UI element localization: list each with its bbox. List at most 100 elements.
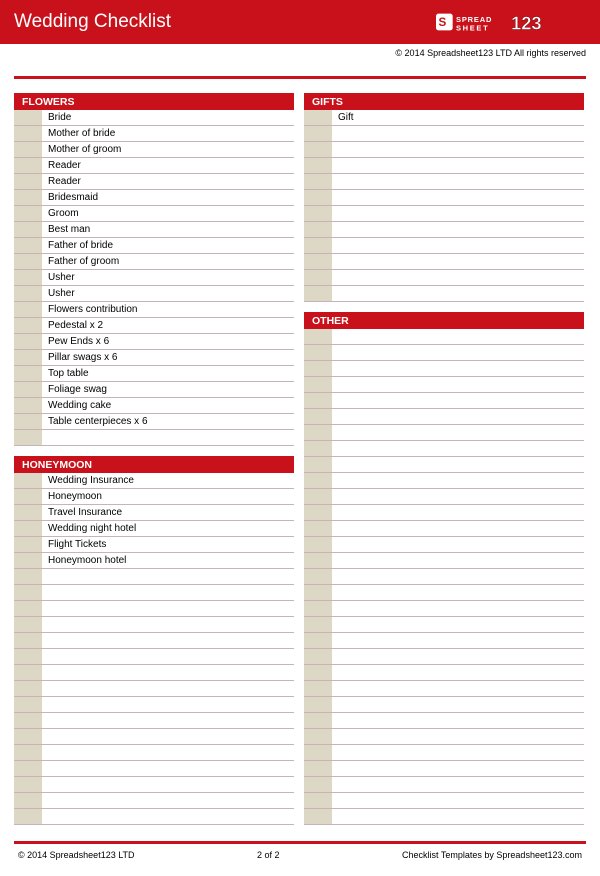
checkbox-cell[interactable] — [14, 382, 42, 398]
checkbox-cell[interactable] — [304, 286, 332, 302]
checkbox-cell[interactable] — [304, 537, 332, 553]
checklist-section: HONEYMOONWedding InsuranceHoneymoonTrave… — [14, 456, 294, 825]
checkbox-cell[interactable] — [304, 174, 332, 190]
checkbox-cell[interactable] — [14, 222, 42, 238]
checkbox-cell[interactable] — [304, 222, 332, 238]
checkbox-cell[interactable] — [14, 334, 42, 350]
checkbox-cell[interactable] — [14, 585, 42, 601]
checkbox-cell[interactable] — [14, 190, 42, 206]
checkbox-cell[interactable] — [304, 425, 332, 441]
checkbox-cell[interactable] — [304, 681, 332, 697]
checkbox-cell[interactable] — [14, 649, 42, 665]
checkbox-cell[interactable] — [14, 142, 42, 158]
checkbox-cell[interactable] — [304, 745, 332, 761]
checkbox-cell[interactable] — [304, 697, 332, 713]
checkbox-cell[interactable] — [14, 366, 42, 382]
checkbox-cell[interactable] — [14, 809, 42, 825]
checkbox-cell[interactable] — [14, 414, 42, 430]
checkbox-cell[interactable] — [14, 777, 42, 793]
checkbox-cell[interactable] — [14, 318, 42, 334]
checkbox-cell[interactable] — [304, 601, 332, 617]
checkbox-cell[interactable] — [304, 158, 332, 174]
checkbox-cell[interactable] — [14, 601, 42, 617]
checkbox-cell[interactable] — [304, 633, 332, 649]
checkbox-cell[interactable] — [14, 254, 42, 270]
checkbox-cell[interactable] — [14, 206, 42, 222]
checkbox-cell[interactable] — [304, 585, 332, 601]
row-label — [42, 601, 294, 616]
row-label: Wedding cake — [42, 398, 294, 413]
checkbox-cell[interactable] — [14, 793, 42, 809]
checkbox-cell[interactable] — [14, 489, 42, 505]
checkbox-cell[interactable] — [304, 126, 332, 142]
checklist-row — [304, 345, 584, 361]
checkbox-cell[interactable] — [304, 473, 332, 489]
checkbox-cell[interactable] — [14, 238, 42, 254]
checkbox-cell[interactable] — [14, 286, 42, 302]
checkbox-cell[interactable] — [304, 521, 332, 537]
checklist-row — [304, 665, 584, 681]
checkbox-cell[interactable] — [14, 430, 42, 446]
row-label — [332, 681, 584, 696]
checkbox-cell[interactable] — [304, 110, 332, 126]
checkbox-cell[interactable] — [14, 505, 42, 521]
checkbox-cell[interactable] — [14, 350, 42, 366]
checkbox-cell[interactable] — [14, 633, 42, 649]
checkbox-cell[interactable] — [14, 745, 42, 761]
checkbox-cell[interactable] — [304, 777, 332, 793]
checkbox-cell[interactable] — [14, 302, 42, 318]
checkbox-cell[interactable] — [304, 206, 332, 222]
checkbox-cell[interactable] — [304, 457, 332, 473]
row-label — [42, 430, 294, 445]
checkbox-cell[interactable] — [304, 761, 332, 777]
checkbox-cell[interactable] — [304, 409, 332, 425]
checkbox-cell[interactable] — [304, 142, 332, 158]
checkbox-cell[interactable] — [304, 270, 332, 286]
checkbox-cell[interactable] — [304, 190, 332, 206]
checkbox-cell[interactable] — [304, 345, 332, 361]
checkbox-cell[interactable] — [304, 377, 332, 393]
checkbox-cell[interactable] — [14, 126, 42, 142]
checkbox-cell[interactable] — [304, 569, 332, 585]
row-label — [332, 569, 584, 584]
checkbox-cell[interactable] — [14, 617, 42, 633]
checkbox-cell[interactable] — [304, 505, 332, 521]
checklist-row — [14, 601, 294, 617]
checkbox-cell[interactable] — [304, 713, 332, 729]
checkbox-cell[interactable] — [304, 665, 332, 681]
checkbox-cell[interactable] — [304, 489, 332, 505]
checkbox-cell[interactable] — [14, 270, 42, 286]
checkbox-cell[interactable] — [304, 441, 332, 457]
checkbox-cell[interactable] — [304, 793, 332, 809]
checkbox-cell[interactable] — [14, 681, 42, 697]
checkbox-cell[interactable] — [14, 569, 42, 585]
checkbox-cell[interactable] — [304, 729, 332, 745]
checkbox-cell[interactable] — [14, 761, 42, 777]
checkbox-cell[interactable] — [14, 553, 42, 569]
checkbox-cell[interactable] — [14, 537, 42, 553]
checkbox-cell[interactable] — [304, 649, 332, 665]
checkbox-cell[interactable] — [304, 553, 332, 569]
footer: © 2014 Spreadsheet123 LTD 2 of 2 Checkli… — [0, 844, 600, 860]
checkbox-cell[interactable] — [304, 238, 332, 254]
checkbox-cell[interactable] — [14, 110, 42, 126]
checkbox-cell[interactable] — [14, 521, 42, 537]
checkbox-cell[interactable] — [304, 393, 332, 409]
checkbox-cell[interactable] — [14, 697, 42, 713]
checklist-row: Wedding Insurance — [14, 473, 294, 489]
checkbox-cell[interactable] — [14, 174, 42, 190]
checkbox-cell[interactable] — [304, 361, 332, 377]
checkbox-cell[interactable] — [304, 617, 332, 633]
checkbox-cell[interactable] — [14, 158, 42, 174]
checklist-row: Pedestal x 2 — [14, 318, 294, 334]
checkbox-cell[interactable] — [14, 665, 42, 681]
checkbox-cell[interactable] — [14, 713, 42, 729]
checkbox-cell[interactable] — [14, 398, 42, 414]
checklist-row: Usher — [14, 286, 294, 302]
row-label: Usher — [42, 270, 294, 285]
checkbox-cell[interactable] — [304, 809, 332, 825]
checkbox-cell[interactable] — [304, 254, 332, 270]
checkbox-cell[interactable] — [304, 329, 332, 345]
checkbox-cell[interactable] — [14, 729, 42, 745]
checkbox-cell[interactable] — [14, 473, 42, 489]
